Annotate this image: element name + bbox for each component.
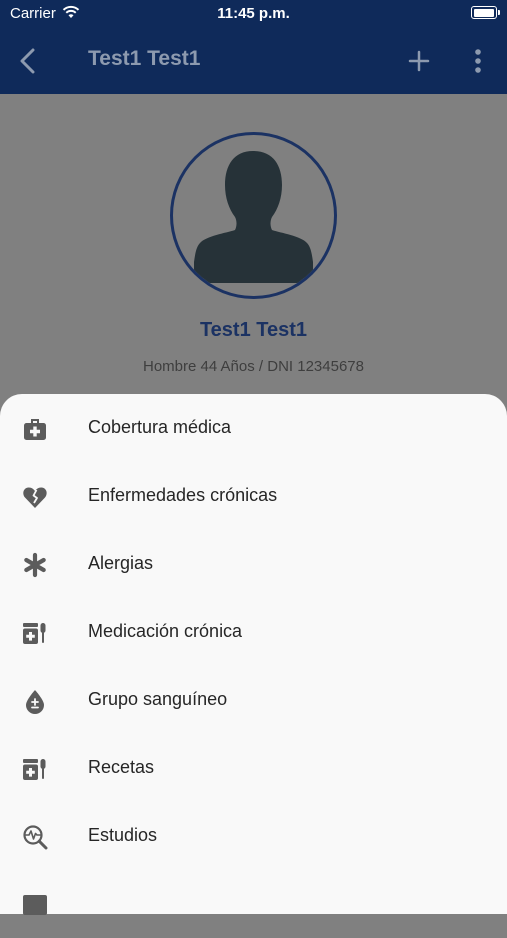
menu-partial-icon [23,895,47,915]
profile-header: Test1 Test1 Hombre 44 Años / DNI 1234567… [0,94,507,404]
menu-item-label: Enfermedades crónicas [88,485,278,505]
menu-item-recetas[interactable]: Recetas [0,734,507,802]
profile-details: Hombre 44 Años / DNI 12345678 [143,358,364,375]
profile-name: Test1 Test1 [199,319,308,341]
medication-icon [23,623,46,644]
prescription-icon [23,759,46,780]
avatar[interactable] [170,132,337,299]
nav-title: Test1 Test1 [88,47,201,70]
status-bar: Carrier 11:45 p.m. [0,0,507,28]
person-silhouette-icon [194,151,313,283]
menu-item-grupo-sanguineo[interactable]: Grupo sanguíneo [0,666,507,734]
menu-item-alergias[interactable]: Alergias [0,530,507,598]
menu-item-label: Recetas [88,757,155,777]
asterisk-icon [24,552,46,578]
menu-item-partial[interactable] [0,870,507,938]
menu-item-label: Grupo sanguíneo [88,689,228,709]
menu-item-enfermedades[interactable]: Enfermedades crónicas [0,462,507,530]
blood-drop-icon [26,690,44,714]
more-options-icon[interactable] [468,48,488,74]
clock: 11:45 p.m. [217,5,290,22]
menu-item-label: Alergias [88,553,154,573]
battery-icon [471,6,500,19]
menu-item-label: Estudios [88,825,158,845]
menu-item-estudios[interactable]: Estudios [0,802,507,870]
menu-item-label: Medicación crónica [88,621,243,641]
back-chevron-icon[interactable] [16,48,40,74]
medical-kit-icon [24,419,46,440]
bottom-sheet-menu: Cobertura médica Enfermedades crónicas A… [0,394,507,915]
navigation-bar: Test1 Test1 [0,28,507,94]
menu-item-medicacion[interactable]: Medicación crónica [0,598,507,666]
add-icon[interactable] [406,48,432,74]
menu-item-cobertura[interactable]: Cobertura médica [0,394,507,462]
lab-study-icon [23,825,48,850]
broken-heart-icon [23,487,47,508]
menu-item-label: Cobertura médica [88,417,232,437]
